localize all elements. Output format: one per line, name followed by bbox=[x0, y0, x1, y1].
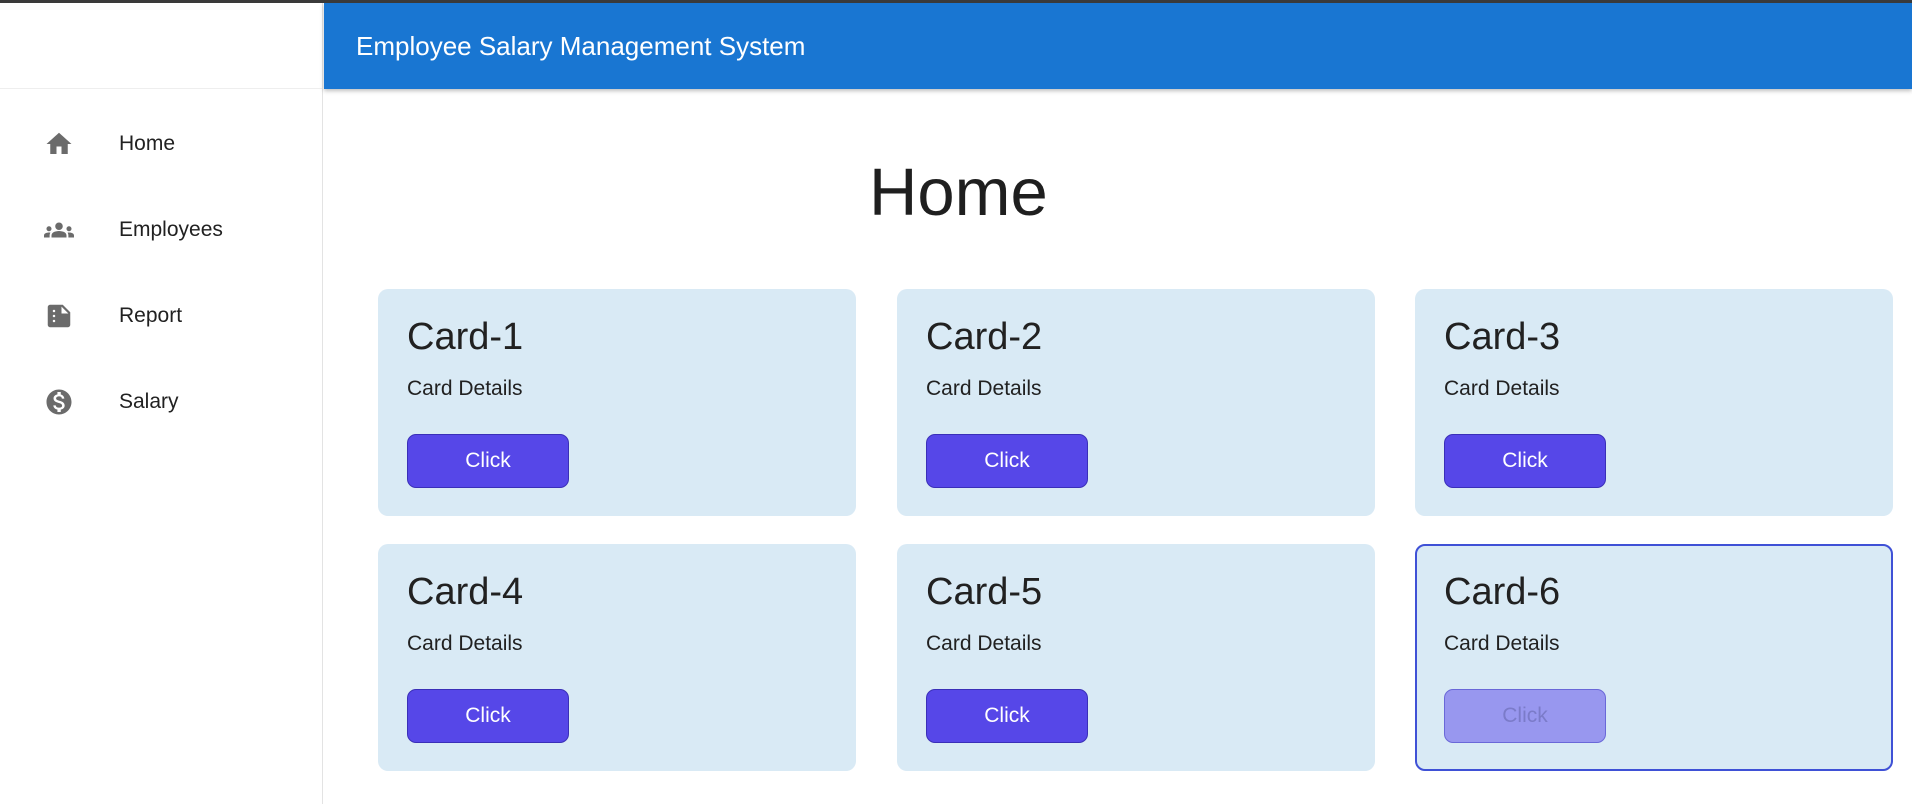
sidebar-item-report[interactable]: Report bbox=[0, 273, 322, 359]
card: Card-5 Card Details Click bbox=[897, 544, 1375, 771]
page-title: Home bbox=[869, 155, 1048, 230]
sidebar: Home Employees Report Salary bbox=[0, 0, 323, 804]
card-click-button[interactable]: Click bbox=[407, 689, 569, 743]
card-title: Card-2 bbox=[926, 316, 1043, 358]
report-icon bbox=[43, 300, 75, 332]
card-details: Card Details bbox=[926, 632, 1042, 655]
card: Card-4 Card Details Click bbox=[378, 544, 856, 771]
dollar-icon bbox=[43, 386, 75, 418]
card: Card-2 Card Details Click bbox=[897, 289, 1375, 516]
card: Card-1 Card Details Click bbox=[378, 289, 856, 516]
card: Card-6 Card Details Click bbox=[1415, 544, 1893, 771]
sidebar-item-label: Report bbox=[119, 304, 183, 327]
card-title: Card-4 bbox=[407, 571, 524, 613]
sidebar-item-home[interactable]: Home bbox=[0, 101, 322, 187]
sidebar-item-label: Home bbox=[119, 132, 176, 155]
card-click-button[interactable]: Click bbox=[407, 434, 569, 488]
sidebar-item-employees[interactable]: Employees bbox=[0, 187, 322, 273]
main-content: Home Card-1 Card Details Click Card-2 Ca… bbox=[324, 89, 1912, 804]
window-top-border bbox=[0, 0, 1912, 3]
card-click-button[interactable]: Click bbox=[926, 434, 1088, 488]
people-icon bbox=[43, 214, 75, 246]
app-bar: Employee Salary Management System bbox=[324, 3, 1912, 89]
sidebar-item-label: Employees bbox=[119, 218, 223, 241]
sidebar-item-salary[interactable]: Salary bbox=[0, 359, 322, 445]
card-title: Card-1 bbox=[407, 316, 524, 358]
card-click-button[interactable]: Click bbox=[1444, 434, 1606, 488]
card-details: Card Details bbox=[1444, 632, 1560, 655]
card-click-button-disabled[interactable]: Click bbox=[1444, 689, 1606, 743]
card-details: Card Details bbox=[407, 377, 523, 400]
card: Card-3 Card Details Click bbox=[1415, 289, 1893, 516]
home-icon bbox=[43, 128, 75, 160]
sidebar-nav: Home Employees Report Salary bbox=[0, 89, 322, 445]
card-title: Card-6 bbox=[1444, 571, 1561, 613]
card-details: Card Details bbox=[407, 632, 523, 655]
card-click-button[interactable]: Click bbox=[926, 689, 1088, 743]
app-title: Employee Salary Management System bbox=[356, 30, 806, 61]
card-title: Card-3 bbox=[1444, 316, 1561, 358]
card-details: Card Details bbox=[1444, 377, 1560, 400]
card-title: Card-5 bbox=[926, 571, 1043, 613]
sidebar-header bbox=[0, 0, 322, 89]
card-details: Card Details bbox=[926, 377, 1042, 400]
sidebar-item-label: Salary bbox=[119, 390, 179, 413]
